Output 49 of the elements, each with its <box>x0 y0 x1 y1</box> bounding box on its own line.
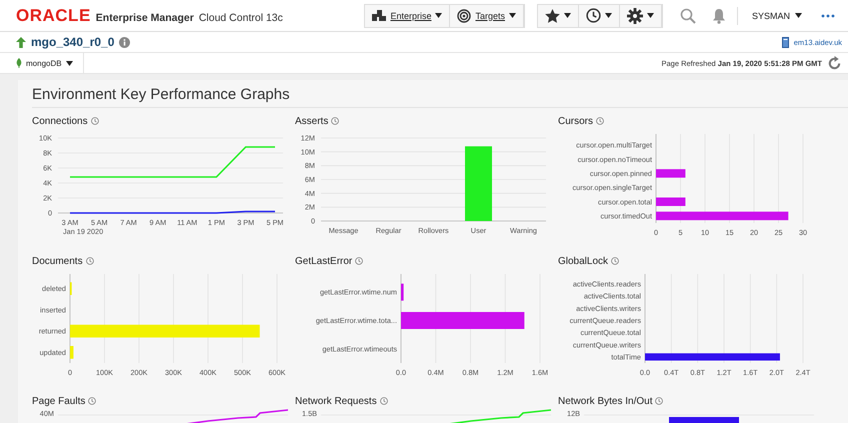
search-icon[interactable] <box>680 8 696 24</box>
user-menu-button[interactable]: SYSMAN <box>744 10 810 20</box>
caret-icon <box>564 13 571 18</box>
graph-title: Asserts <box>295 116 328 126</box>
clock-icon[interactable] <box>355 257 364 265</box>
graph-title: GlobalLock <box>558 256 608 266</box>
star-icon <box>544 8 560 22</box>
bar <box>656 169 686 178</box>
clock-icon[interactable] <box>86 257 94 265</box>
leaf-icon <box>16 58 22 68</box>
caret-icon <box>604 13 612 18</box>
graph-title: GetLastError <box>295 256 352 266</box>
caret-icon <box>435 13 442 18</box>
clock-icon[interactable] <box>88 397 96 405</box>
target-icon <box>457 8 472 22</box>
graph-title: Cursors <box>558 116 594 126</box>
server-icon <box>782 36 789 48</box>
bar <box>70 346 74 359</box>
bar <box>401 284 404 301</box>
caret-icon <box>646 13 654 18</box>
graph-title: Page Faults <box>32 396 86 406</box>
building-blocks-icon <box>372 10 386 21</box>
notification-bell-icon[interactable] <box>712 8 726 24</box>
up-arrow-icon <box>16 36 26 48</box>
clock-icon[interactable] <box>596 117 604 125</box>
graph-title: Documents <box>32 256 83 266</box>
brand-logo: ORACLE <box>16 6 91 26</box>
caret-icon <box>795 13 802 18</box>
graph-title: Connections <box>32 116 88 126</box>
clock-icon <box>586 8 601 23</box>
target-type-menu[interactable]: mongoDB <box>0 53 84 73</box>
graph-title: Network Bytes In/Out <box>558 396 652 406</box>
clock-icon[interactable] <box>655 397 664 405</box>
clock-icon[interactable] <box>90 117 99 125</box>
region-title: Environment Key Performance Graphs <box>32 86 848 108</box>
product-name: Enterprise Manager <box>96 12 194 24</box>
more-icon[interactable] <box>821 14 835 18</box>
clock-icon[interactable] <box>380 397 388 405</box>
info-icon[interactable] <box>119 36 130 48</box>
bar <box>656 198 686 206</box>
caret-icon <box>508 13 516 18</box>
product-edition: Cloud Control 13c <box>198 12 283 24</box>
settings-icon <box>626 8 643 24</box>
caret-icon <box>66 60 73 66</box>
target-name: mgo_340_r0_0 <box>31 35 114 49</box>
refresh-icon[interactable] <box>827 56 842 70</box>
clock-icon[interactable] <box>611 257 620 265</box>
clock-icon[interactable] <box>331 117 340 125</box>
graph-title: Network Requests <box>295 396 377 406</box>
